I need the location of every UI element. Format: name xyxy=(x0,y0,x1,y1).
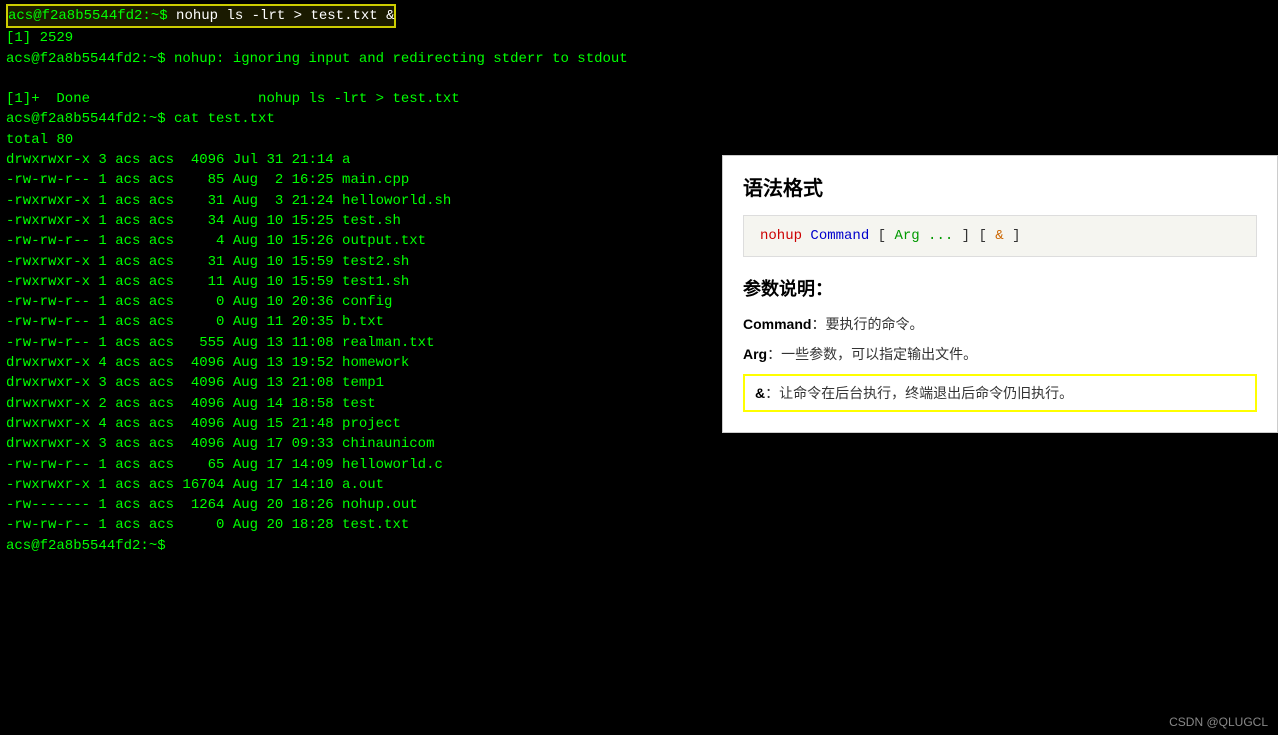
params-title: 参数说明： xyxy=(743,275,1257,301)
ls-line-7: -rwxrwxr-x 1 acs acs 11 Aug 10 15:59 tes… xyxy=(6,274,409,290)
ls-line-8: -rw-rw-r-- 1 acs acs 0 Aug 10 20:36 conf… xyxy=(6,294,392,310)
param-arg: Arg：一些参数，可以指定输出文件。 xyxy=(743,343,1257,365)
total-line: total 80 xyxy=(6,132,73,148)
ls-line-19: -rw-rw-r-- 1 acs acs 0 Aug 20 18:28 test… xyxy=(6,517,409,533)
ls-line-5: -rw-rw-r-- 1 acs acs 4 Aug 10 15:26 outp… xyxy=(6,233,426,249)
ls-line-17: -rwxrwxr-x 1 acs acs 16704 Aug 17 14:10 … xyxy=(6,477,384,493)
ls-line-6: -rwxrwxr-x 1 acs acs 31 Aug 10 15:59 tes… xyxy=(6,254,409,270)
cat-command: acs@f2a8b5544fd2:~$ cat test.txt xyxy=(6,111,275,127)
ls-line-18: -rw------- 1 acs acs 1264 Aug 20 18:26 n… xyxy=(6,497,418,513)
syntax-amp-code: & xyxy=(995,228,1003,244)
done-line: [1]+ Done nohup ls -lrt > test.txt xyxy=(6,91,460,107)
ls-line-9: -rw-rw-r-- 1 acs acs 0 Aug 11 20:35 b.tx… xyxy=(6,314,384,330)
param-amp-key: & xyxy=(755,385,765,401)
syntax-bracket3: ] xyxy=(1012,228,1020,244)
ls-line-13: drwxrwxr-x 2 acs acs 4096 Aug 14 18:58 t… xyxy=(6,396,376,412)
param-command-sep: ： xyxy=(811,316,825,332)
param-arg-desc: 一些参数，可以指定输出文件。 xyxy=(781,346,977,362)
sidebar-panel: 语法格式 nohup Command [ Arg ... ] [ & ] 参数说… xyxy=(722,155,1278,433)
syntax-command: Command xyxy=(810,228,869,244)
final-prompt: acs@f2a8b5544fd2:~$ xyxy=(6,538,174,554)
highlighted-command: acs@f2a8b5544fd2:~$ nohup ls -lrt > test… xyxy=(6,4,396,28)
param-arg-sep: ： xyxy=(767,346,781,362)
syntax-title: 语法格式 xyxy=(743,172,1257,201)
ls-line-10: -rw-rw-r-- 1 acs acs 555 Aug 13 11:08 re… xyxy=(6,335,434,351)
param-amp-sep: ： xyxy=(765,385,779,401)
param-amp: &：让命令在后台执行，终端退出后命令仍旧执行。 xyxy=(743,374,1257,412)
nohup-msg: acs@f2a8b5544fd2:~$ nohup: ignoring inpu… xyxy=(6,51,628,67)
watermark: CSDN @QLUGCL xyxy=(1169,715,1268,729)
param-command: Command：要执行的命令。 xyxy=(743,313,1257,335)
syntax-bracket2: ] [ xyxy=(962,228,996,244)
syntax-nohup: nohup xyxy=(760,228,802,244)
syntax-arg: Arg ... xyxy=(894,228,953,244)
ls-line-3: -rwxrwxr-x 1 acs acs 31 Aug 3 21:24 hell… xyxy=(6,193,451,209)
ls-line-1: drwxrwxr-x 3 acs acs 4096 Jul 31 21:14 a xyxy=(6,152,350,168)
ls-line-11: drwxrwxr-x 4 acs acs 4096 Aug 13 19:52 h… xyxy=(6,355,409,371)
ls-line-12: drwxrwxr-x 3 acs acs 4096 Aug 13 21:08 t… xyxy=(6,375,384,391)
param-command-desc: 要执行的命令。 xyxy=(825,316,923,332)
ls-line-2: -rw-rw-r-- 1 acs acs 85 Aug 2 16:25 main… xyxy=(6,172,409,188)
param-arg-key: Arg xyxy=(743,346,767,362)
param-amp-desc: 让命令在后台执行，终端退出后命令仍旧执行。 xyxy=(779,385,1073,401)
ls-line-4: -rwxrwxr-x 1 acs acs 34 Aug 10 15:25 tes… xyxy=(6,213,401,229)
syntax-box: nohup Command [ Arg ... ] [ & ] xyxy=(743,215,1257,257)
ls-line-16: -rw-rw-r-- 1 acs acs 65 Aug 17 14:09 hel… xyxy=(6,457,443,473)
param-command-key: Command xyxy=(743,316,811,332)
job-line: [1] 2529 xyxy=(6,30,73,46)
syntax-bracket1: [ xyxy=(878,228,895,244)
ls-line-15: drwxrwxr-x 3 acs acs 4096 Aug 17 09:33 c… xyxy=(6,436,434,452)
ls-line-14: drwxrwxr-x 4 acs acs 4096 Aug 15 21:48 p… xyxy=(6,416,401,432)
